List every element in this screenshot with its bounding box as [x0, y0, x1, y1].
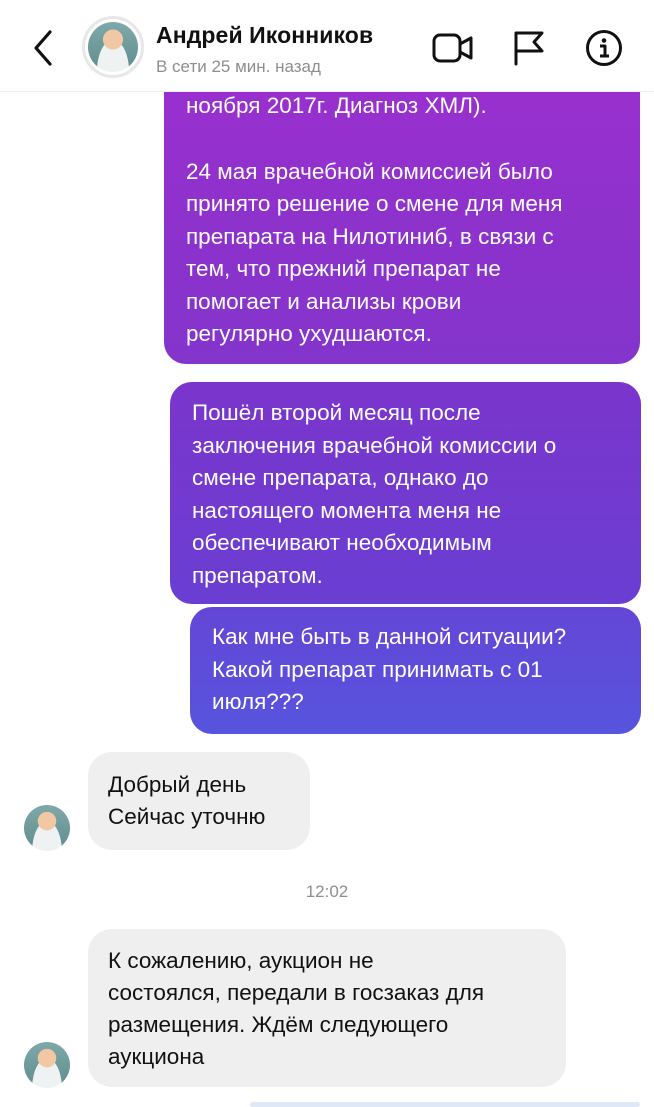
- message-line: помогает и анализы крови: [186, 288, 462, 314]
- incoming-message[interactable]: Добрый день Сейчас уточню: [88, 752, 310, 850]
- message-line: Какой препарат принимать с 01: [212, 656, 543, 682]
- avatar-image: [88, 22, 138, 72]
- partial-next-message: [250, 1102, 640, 1107]
- message-line: состоялся, передали в госзаказ для: [108, 980, 485, 1005]
- message-line: тем, что прежний препарат не: [186, 256, 501, 281]
- contact-name[interactable]: Андрей Иконников: [156, 22, 373, 49]
- report-button[interactable]: [512, 30, 546, 71]
- message-line: размещения. Ждём следующего: [108, 1012, 449, 1037]
- message-line: препаратом.: [192, 562, 323, 588]
- video-call-icon: [432, 33, 473, 63]
- message-line: июля???: [212, 689, 304, 714]
- message-line: Пошёл второй месяц после: [192, 400, 481, 425]
- back-button[interactable]: [28, 28, 60, 68]
- message-line: аукциона: [108, 1044, 205, 1069]
- contact-avatar[interactable]: [82, 16, 144, 78]
- message-line: Сейчас уточню: [108, 804, 266, 829]
- message-timestamp: 12:02: [305, 882, 349, 901]
- incoming-message[interactable]: К сожалению, аукцион не состоялся, перед…: [88, 929, 566, 1087]
- message-line: К сожалению, аукцион не: [108, 948, 374, 973]
- message-line: принято решение о смене для меня: [186, 191, 563, 216]
- info-button[interactable]: [585, 29, 623, 72]
- info-icon: [586, 30, 622, 66]
- message-line: Добрый день: [108, 772, 247, 797]
- message-line: регулярно ухудшаются.: [186, 321, 432, 346]
- message-line: смене препарата, однако до: [192, 465, 489, 490]
- message-line: ноября 2017г. Диагноз ХМЛ).: [186, 93, 487, 118]
- message-line: препарата на Нилотиниб, в связи с: [186, 223, 554, 249]
- message-line: настоящего момента меня не: [192, 497, 502, 523]
- chat-header: Андрей Иконников В сети 25 мин. назад: [0, 0, 654, 92]
- sender-avatar[interactable]: [24, 1042, 70, 1088]
- outgoing-message[interactable]: ноября 2017г. Диагноз ХМЛ). 24 мая враче…: [164, 70, 640, 364]
- message-line: обеспечивают необходимым: [192, 530, 492, 555]
- back-chevron-icon: [34, 30, 52, 66]
- sender-avatar[interactable]: [24, 805, 70, 851]
- outgoing-message[interactable]: Пошёл второй месяц после заключения врач…: [170, 382, 641, 604]
- outgoing-message[interactable]: Как мне быть в данной ситуации? Какой пр…: [190, 607, 641, 734]
- online-status: В сети 25 мин. назад: [156, 57, 321, 76]
- flag-icon: [514, 31, 544, 66]
- video-call-button[interactable]: [432, 30, 474, 71]
- message-line: Как мне быть в данной ситуации?: [212, 624, 567, 649]
- conversation-thread: ноября 2017г. Диагноз ХМЛ). 24 мая враче…: [0, 0, 654, 1107]
- message-line: заключения врачебной комиссии о: [192, 432, 557, 458]
- message-line: 24 мая врачебной комиссией было: [186, 158, 553, 184]
